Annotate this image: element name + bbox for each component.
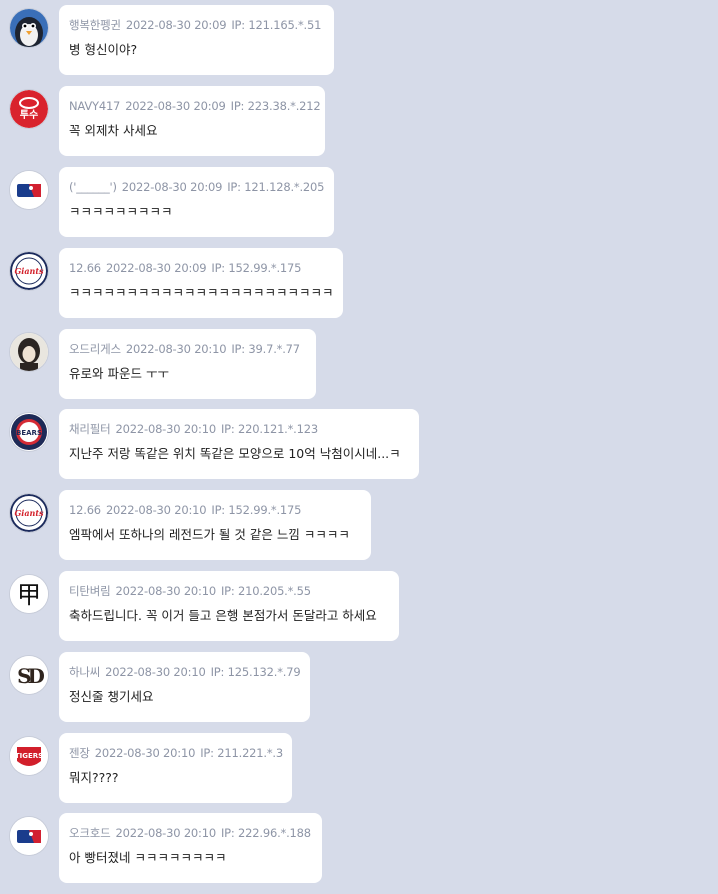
- comment-ip: IP: 222.96.*.188: [220, 826, 311, 840]
- comment-item: TIGERS 젠장 2022-08-30 20:10 IP: 211.221.*.3…: [0, 733, 718, 814]
- comment-text: ㅋㅋㅋㅋㅋㅋㅋㅋㅋㅋㅋㅋㅋㅋㅋㅋㅋㅋㅋㅋㅋㅋㅋ: [69, 285, 334, 300]
- avatar-text: TIGERS: [15, 752, 43, 760]
- mlb-logo-icon[interactable]: [10, 817, 48, 855]
- comment-ip: IP: 210.205.*.55: [220, 584, 311, 598]
- comment-item: ('______') 2022-08-30 20:09 IP: 121.128.*.…: [0, 167, 718, 248]
- comment-bubble: NAVY417 2022-08-30 20:09 IP: 223.38.*.212 …: [59, 86, 325, 156]
- comment-text: 뭐지????: [69, 770, 119, 785]
- comment-datetime: 2022-08-30 20:09: [121, 180, 223, 194]
- comment-datetime: 2022-08-30 20:10: [105, 503, 207, 517]
- comment-feed: 행복한펭귄 2022-08-30 20:09 IP: 121.165.*.51 병 …: [0, 0, 718, 890]
- comment-text: 병 형신이야?: [69, 42, 138, 57]
- comment-ip: IP: 152.99.*.175: [211, 503, 302, 517]
- comment-nickname[interactable]: 12.66: [69, 503, 101, 517]
- comment-bubble: 오크호드 2022-08-30 20:10 IP: 222.96.*.188 아 빵…: [59, 813, 322, 883]
- comment-datetime: 2022-08-30 20:09: [125, 18, 227, 32]
- comment-bubble: 티탄벼림 2022-08-30 20:10 IP: 210.205.*.55 축하드…: [59, 571, 399, 641]
- comment-bubble: 오드리게스 2022-08-30 20:10 IP: 39.7.*.77 유로와 파…: [59, 329, 316, 399]
- comment-meta: 티탄벼림 2022-08-30 20:10 IP: 210.205.*.55: [69, 583, 389, 599]
- comment-meta: 오드리게스 2022-08-30 20:10 IP: 39.7.*.77: [69, 341, 306, 357]
- comment-datetime: 2022-08-30 20:09: [125, 99, 226, 113]
- comment-bubble: ('______') 2022-08-30 20:09 IP: 121.128.*.…: [59, 167, 334, 237]
- comment-meta: NAVY417 2022-08-30 20:09 IP: 223.38.*.212: [69, 98, 321, 114]
- comment-nickname[interactable]: 오드리게스: [69, 342, 121, 356]
- mlb-logo-icon[interactable]: [10, 171, 48, 209]
- comment-meta: 오크호드 2022-08-30 20:10 IP: 222.96.*.188: [69, 825, 312, 841]
- comment-ip: IP: 121.128.*.205: [227, 180, 325, 194]
- comment-datetime: 2022-08-30 20:10: [115, 584, 217, 598]
- comment-text: ㅋㅋㅋㅋㅋㅋㅋㅋㅋ: [69, 204, 173, 219]
- comment-item: 투수 NAVY417 2022-08-30 20:09 IP: 223.38.*.2…: [0, 86, 718, 167]
- avatar-text: Giants: [14, 266, 44, 276]
- giants-logo-icon[interactable]: Giants: [10, 252, 48, 290]
- comment-nickname[interactable]: 티탄벼림: [69, 584, 111, 598]
- comment-text: 축하드립니다. 꼭 이거 들고 은행 본점가서 돈달라고 하세요: [69, 608, 377, 623]
- comment-meta: 행복한펭귄 2022-08-30 20:09 IP: 121.165.*.51: [69, 17, 324, 33]
- comment-item: 甲 티탄벼림 2022-08-30 20:10 IP: 210.205.*.55 축…: [0, 571, 718, 652]
- comment-text: 정신줄 챙기세요: [69, 689, 154, 704]
- comment-meta: 12.66 2022-08-30 20:09 IP: 152.99.*.175: [69, 260, 333, 276]
- comment-bubble: 12.66 2022-08-30 20:09 IP: 152.99.*.175 ㅋㅋ…: [59, 248, 343, 318]
- comment-item: Giants 12.66 2022-08-30 20:09 IP: 152.99.*…: [0, 248, 718, 329]
- penguin-icon[interactable]: [10, 9, 48, 47]
- comment-item: SD 하나씨 2022-08-30 20:10 IP: 125.132.*.79 정…: [0, 652, 718, 733]
- avatar-text: SD: [17, 664, 44, 688]
- comment-ip: IP: 223.38.*.212: [230, 99, 321, 113]
- giants-logo-icon[interactable]: Giants: [10, 494, 48, 532]
- portrait-icon[interactable]: [10, 333, 48, 371]
- tigers-logo-icon[interactable]: TIGERS: [10, 737, 48, 775]
- comment-text: 엠팍에서 또하나의 레전드가 될 것 같은 느낌 ㅋㅋㅋㅋ: [69, 527, 350, 542]
- comment-nickname[interactable]: NAVY417: [69, 99, 120, 113]
- comment-nickname[interactable]: 하나씨: [69, 665, 100, 679]
- comment-ip: IP: 211.221.*.3: [200, 746, 283, 760]
- comment-item: 오크호드 2022-08-30 20:10 IP: 222.96.*.188 아 빵…: [0, 813, 718, 894]
- comment-nickname[interactable]: 젠장: [69, 746, 90, 760]
- avatar-text: 투수: [20, 109, 38, 121]
- comment-ip: IP: 121.165.*.51: [231, 18, 322, 32]
- comment-meta: 젠장 2022-08-30 20:10 IP: 211.221.*.3: [69, 745, 283, 761]
- comment-meta: 하나씨 2022-08-30 20:10 IP: 125.132.*.79: [69, 664, 301, 680]
- comment-bubble: 행복한펭귄 2022-08-30 20:09 IP: 121.165.*.51 병 …: [59, 5, 334, 75]
- comment-ip: IP: 152.99.*.175: [211, 261, 302, 275]
- avatar-text: Giants: [14, 508, 44, 518]
- comment-datetime: 2022-08-30 20:10: [115, 826, 217, 840]
- comment-nickname[interactable]: 오크호드: [69, 826, 111, 840]
- comment-nickname[interactable]: 행복한펭귄: [69, 18, 121, 32]
- comment-ip: IP: 220.121.*.123: [220, 422, 318, 436]
- comment-ip: IP: 39.7.*.77: [231, 342, 300, 356]
- comment-bubble: 12.66 2022-08-30 20:10 IP: 152.99.*.175 엠팍…: [59, 490, 371, 560]
- comment-text: 아 빵터졌네 ㅋㅋㅋㅋㅋㅋㅋㅋ: [69, 850, 227, 865]
- comment-nickname[interactable]: 채리필터: [69, 422, 111, 436]
- comment-nickname[interactable]: ('______'): [69, 180, 117, 194]
- comment-datetime: 2022-08-30 20:10: [125, 342, 227, 356]
- comment-datetime: 2022-08-30 20:10: [94, 746, 196, 760]
- comment-item: 오드리게스 2022-08-30 20:10 IP: 39.7.*.77 유로와 파…: [0, 329, 718, 410]
- sd-logo-icon[interactable]: SD: [10, 656, 48, 694]
- avatar-text: 甲: [17, 581, 41, 609]
- comment-nickname[interactable]: 12.66: [69, 261, 101, 275]
- comment-item: Giants 12.66 2022-08-30 20:10 IP: 152.99.*…: [0, 490, 718, 571]
- team-logo-red-icon[interactable]: 투수: [10, 90, 48, 128]
- comment-text: 꼭 외제차 사세요: [69, 123, 158, 138]
- comment-text: 유로와 파운드 ㅜㅜ: [69, 366, 169, 381]
- comment-bubble: 채리필터 2022-08-30 20:10 IP: 220.121.*.123 지난…: [59, 409, 419, 479]
- comment-datetime: 2022-08-30 20:10: [105, 665, 206, 679]
- comment-text: 지난주 저랑 똑같은 위치 똑같은 모양으로 10억 낙첨이시네...ㅋ: [69, 446, 401, 461]
- comment-ip: IP: 125.132.*.79: [210, 665, 301, 679]
- comment-meta: ('______') 2022-08-30 20:09 IP: 121.128.*.…: [69, 179, 324, 195]
- comment-bubble: 젠장 2022-08-30 20:10 IP: 211.221.*.3 뭐지????: [59, 733, 292, 803]
- bears-logo-icon[interactable]: BEARS: [10, 413, 48, 451]
- comment-item: BEARS 채리필터 2022-08-30 20:10 IP: 220.121.*.…: [0, 409, 718, 490]
- comment-bubble: 하나씨 2022-08-30 20:10 IP: 125.132.*.79 정신줄 …: [59, 652, 310, 722]
- kanji-icon[interactable]: 甲: [10, 575, 48, 613]
- avatar-text: BEARS: [16, 429, 42, 437]
- comment-datetime: 2022-08-30 20:09: [105, 261, 207, 275]
- comment-datetime: 2022-08-30 20:10: [115, 422, 217, 436]
- comment-meta: 12.66 2022-08-30 20:10 IP: 152.99.*.175: [69, 502, 361, 518]
- comment-item: 행복한펭귄 2022-08-30 20:09 IP: 121.165.*.51 병 …: [0, 5, 718, 86]
- comment-meta: 채리필터 2022-08-30 20:10 IP: 220.121.*.123: [69, 421, 409, 437]
